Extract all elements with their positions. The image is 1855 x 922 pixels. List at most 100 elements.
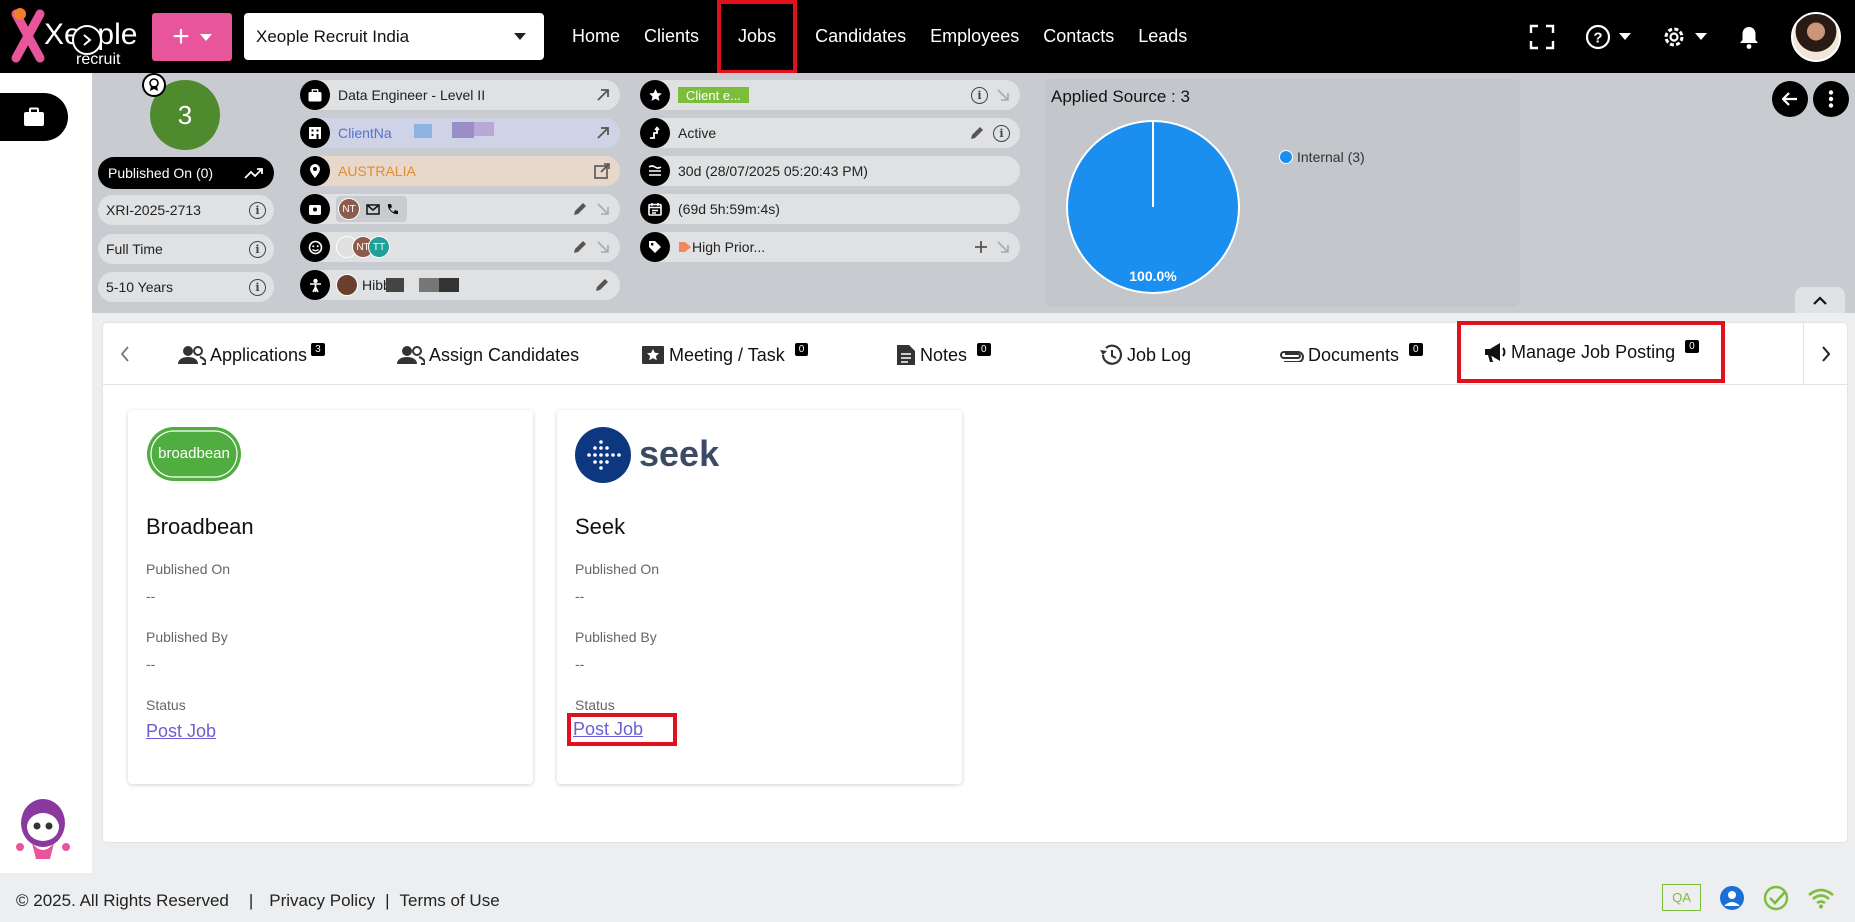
organization-select-value: Xeople Recruit India [256,26,410,46]
owner-chip[interactable]: NT [338,198,360,220]
megaphone-icon [1485,343,1506,362]
redacted-block [386,278,404,292]
info-icon[interactable]: i [249,278,266,296]
more-options-button[interactable] [1813,81,1849,117]
person-icon [300,270,330,300]
redacted-block [452,122,474,138]
quick-add-button[interactable]: + [152,13,232,61]
status-label: Status [575,697,615,713]
legend-label[interactable]: Internal (3) [1297,149,1365,165]
legend-swatch [1279,150,1293,164]
chart-legend: Internal (3) [1279,149,1365,165]
tag-icon [679,242,691,252]
face-icon [300,232,330,262]
open-arrow-icon[interactable] [596,126,610,140]
plus-icon[interactable] [974,240,988,254]
sidebar-expand-button[interactable] [72,25,102,55]
nav-contacts[interactable]: Contacts [1031,0,1126,73]
published-on-value: -- [146,588,156,604]
edit-pencil-icon[interactable] [572,201,588,217]
jobs-module-button[interactable] [0,93,68,141]
trending-up-icon [244,168,263,179]
tab-meeting-task[interactable]: Meeting / Task 0 [641,335,809,375]
job-title-field: Data Engineer - Level II [300,80,620,110]
calendar-icon [640,194,670,224]
published-on-label: Published On (0) [108,165,214,181]
footer-separator: | [248,891,254,910]
tabs-scroll-left[interactable] [103,323,147,385]
published-by-label: Published By [146,629,228,645]
nav-jobs[interactable]: Jobs [717,0,798,74]
published-by-label: Published By [575,629,657,645]
organization-select[interactable]: Xeople Recruit India [244,13,544,60]
tab-applications[interactable]: Applications 3 [178,335,325,375]
contact-field: Hibb [300,270,620,300]
account-circle-icon[interactable] [1719,885,1745,911]
briefcase-icon [300,80,330,110]
privacy-policy-link[interactable]: Privacy Policy [263,891,381,911]
published-on-label: Published On [146,561,231,577]
tab-notes[interactable]: Notes 0 [896,335,991,375]
info-icon[interactable]: i [249,240,266,258]
tab-manage-job-posting[interactable]: Manage Job Posting 0 [1457,321,1725,383]
collapse-header-button[interactable] [1795,287,1845,313]
gear-icon [1664,27,1684,46]
edit-pencil-icon[interactable] [572,239,588,255]
experience-pill: 5-10 Years i [98,272,274,302]
nav-leads[interactable]: Leads [1126,0,1199,73]
nav-employees[interactable]: Employees [918,0,1031,73]
chevron-right-icon [83,34,92,46]
pie-chart: 100.0% [1066,120,1240,294]
broadbean-logo-text: broadbean [158,445,230,462]
team-chip[interactable]: TT [368,236,390,258]
tab-count-badge: 3 [311,342,325,356]
open-arrow-icon[interactable] [596,88,610,102]
help-menu[interactable]: ? [1585,24,1631,50]
published-by-value: -- [146,656,156,672]
footer: © 2025. All Rights Reserved | Privacy Po… [0,880,1855,922]
user-avatar[interactable] [1791,11,1841,62]
job-code-pill: XRI-2025-2713 i [98,195,274,225]
post-job-link[interactable]: Post Job [566,713,678,746]
settings-menu[interactable] [1661,24,1707,50]
fullscreen-icon[interactable] [1529,24,1555,50]
nav-clients[interactable]: Clients [632,0,711,73]
phone-icon[interactable] [386,203,399,216]
check-circle-icon[interactable] [1763,885,1789,911]
edit-pencil-icon[interactable] [594,277,610,293]
back-button[interactable] [1772,81,1808,117]
published-on-pill[interactable]: Published On (0) [98,157,274,189]
tabs-scroll-right[interactable] [1803,323,1847,385]
tab-assign-candidates[interactable]: Assign Candidates [397,335,579,375]
chevron-right-icon [1821,346,1830,362]
applied-source-chart: Applied Source : 3 100.0% Internal (3) [1045,79,1520,307]
notification-bell-icon[interactable] [1737,24,1761,50]
post-job-link[interactable]: Post Job [146,721,216,742]
nav-candidates[interactable]: Candidates [803,0,918,73]
terms-of-use-link[interactable]: Terms of Use [394,891,506,911]
job-type-pill: Full Time i [98,234,274,264]
priority-field: High Prior... [640,232,1020,262]
external-link-icon[interactable] [594,163,610,179]
nav-home[interactable]: Home [560,0,632,73]
note-icon [897,345,915,365]
broadbean-logo: broadbean [147,427,241,481]
job-status: Active [678,125,717,141]
edit-pencil-icon[interactable] [969,125,985,141]
chatbot-icon[interactable] [12,793,74,865]
star-badge-icon [640,80,670,110]
job-type: Full Time [106,241,163,257]
location-pin-icon [300,156,330,186]
tab-documents[interactable]: Documents 0 [1278,335,1423,375]
job-title: Data Engineer - Level II [338,87,486,103]
team-field: NT TT [300,232,620,262]
info-icon[interactable]: i [249,201,266,219]
users-icon [178,346,206,365]
tab-label: Job Log [1127,344,1192,365]
tab-job-log[interactable]: Job Log [1099,335,1191,375]
info-icon[interactable]: i [993,124,1010,142]
email-icon[interactable] [366,203,380,215]
seek-logo-text: seek [639,433,720,474]
paperclip-icon [1280,351,1304,362]
info-icon[interactable]: i [971,86,988,104]
